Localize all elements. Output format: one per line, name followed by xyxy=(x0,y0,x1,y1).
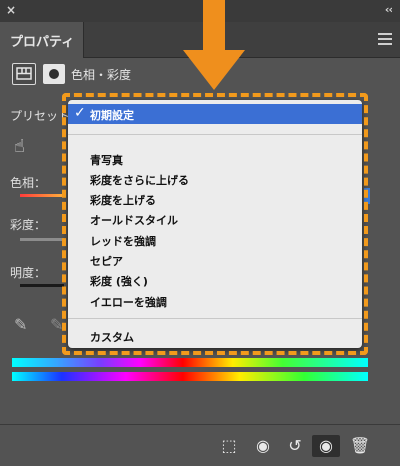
saturation-slider[interactable] xyxy=(20,238,64,241)
adjustment-title: 色相・彩度 xyxy=(71,68,132,82)
pointer-arrow-icon xyxy=(203,0,225,52)
collapse-panel-icon[interactable]: ‹‹ xyxy=(385,3,393,16)
panel-titlebar: × ‹‹ xyxy=(0,0,400,22)
saturation-label: 彩度： xyxy=(10,218,47,232)
layer-mask-icon[interactable] xyxy=(43,64,65,84)
panel-menu-icon[interactable] xyxy=(378,33,392,45)
panel-footer: ⬚ ◉ ↺ ◉ 🗑 xyxy=(0,424,400,466)
lightness-label: 明度： xyxy=(10,266,47,280)
reset-icon[interactable]: ↺ xyxy=(284,435,306,457)
tab-label: プロパティ xyxy=(10,35,75,50)
eye-icon[interactable]: ◉ xyxy=(312,435,340,457)
lightness-slider[interactable] xyxy=(20,284,64,287)
highlight-annotation-box xyxy=(62,93,368,355)
tab-properties[interactable]: プロパティ xyxy=(0,22,84,58)
source-color-bar xyxy=(12,358,368,367)
adjustment-layer-icon[interactable] xyxy=(12,63,36,85)
trash-icon[interactable]: 🗑 xyxy=(349,435,371,457)
pointer-arrow-head xyxy=(183,50,245,90)
view-previous-state-icon[interactable]: ◉ xyxy=(252,435,274,457)
result-color-bar xyxy=(12,372,368,381)
eyedropper-icon[interactable]: ✎ xyxy=(14,315,27,334)
clip-to-layer-icon[interactable]: ⬚ xyxy=(218,435,240,457)
preset-label: プリセット xyxy=(10,109,71,123)
close-icon[interactable]: × xyxy=(6,3,16,17)
hue-label: 色相： xyxy=(10,176,47,190)
hue-slider[interactable] xyxy=(20,194,64,197)
on-image-adjust-icon[interactable]: ☝ xyxy=(14,136,25,157)
